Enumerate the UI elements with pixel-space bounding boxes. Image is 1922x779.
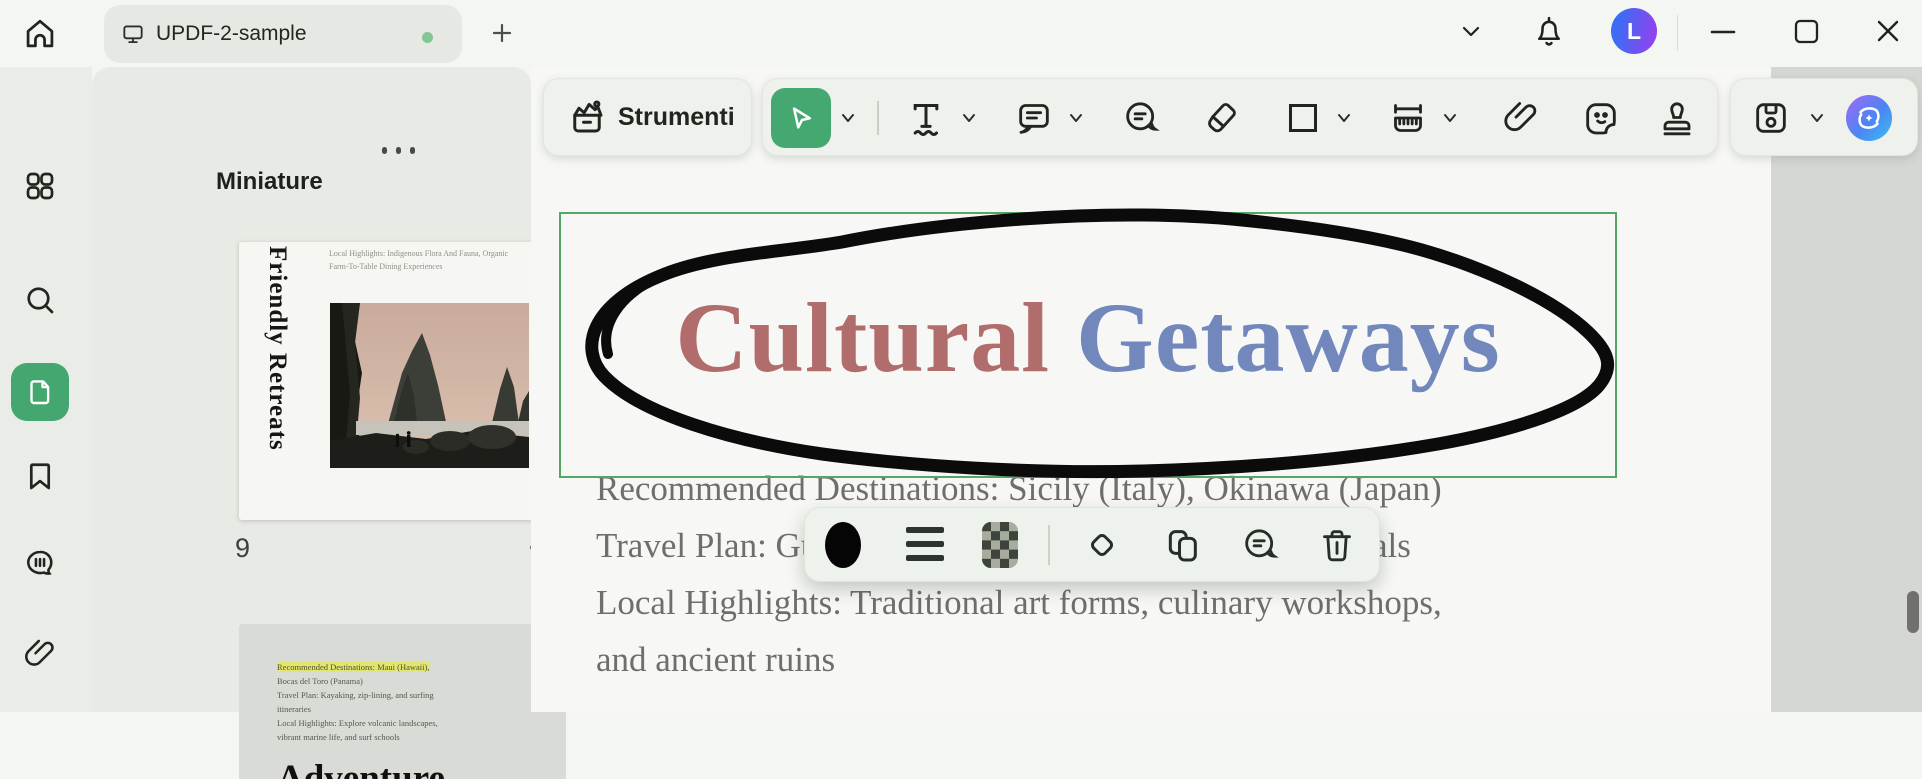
- color-swatch-black[interactable]: [825, 522, 861, 568]
- comment-icon[interactable]: [1240, 525, 1280, 565]
- cursor-arrow-icon: [792, 107, 811, 129]
- line-thickness-button[interactable]: [906, 527, 944, 569]
- sidebar-item-thumbnails-active[interactable]: [11, 363, 69, 421]
- search-icon[interactable]: [22, 282, 58, 318]
- tab-label: UPDF-2-sample: [156, 22, 307, 45]
- thumbnail-page-9[interactable]: Friendly Retreats Local Highlights: Indi…: [239, 242, 566, 520]
- cursor-tool-chevron-icon[interactable]: [839, 110, 857, 126]
- notifications-bell-icon[interactable]: [1531, 13, 1567, 51]
- annotation-toolbar-main: [762, 78, 1718, 156]
- highlighted-text: Recommended Destinations: Maui (Hawaii),: [277, 662, 430, 672]
- new-tab-plus-icon[interactable]: [490, 21, 514, 45]
- annotation-toolbar-divider: [1048, 525, 1050, 565]
- ai-assistant-button[interactable]: [1846, 95, 1892, 141]
- maximize-icon[interactable]: [1793, 18, 1820, 45]
- eraser-icon[interactable]: [1082, 525, 1122, 565]
- ai-assistant-icon: [1858, 107, 1880, 129]
- doc-text-line-4: and ancient ruins: [596, 640, 836, 679]
- text-tool-chevron-icon[interactable]: [960, 110, 978, 126]
- user-avatar[interactable]: L: [1611, 8, 1657, 54]
- thumb10-partial-heading: Adventure: [277, 758, 445, 779]
- opacity-checkerboard-button[interactable]: [982, 522, 1018, 568]
- toolbar-divider: [877, 101, 879, 135]
- thumb9-vertical-title: Friendly Retreats: [264, 246, 291, 451]
- tools-label: Strumenti: [618, 102, 735, 131]
- title-bar: UPDF-2-sample L: [0, 0, 1922, 67]
- duplicate-icon[interactable]: [1162, 525, 1202, 565]
- document-tab[interactable]: UPDF-2-sample: [104, 5, 462, 63]
- page-number: 9: [235, 533, 251, 563]
- panel-drag-handle[interactable]: [382, 147, 415, 154]
- stamp-tool-icon[interactable]: [1657, 98, 1697, 138]
- avatar-initial: L: [1626, 17, 1642, 44]
- comments-icon[interactable]: [22, 546, 58, 582]
- save-chevron-icon[interactable]: [1808, 110, 1826, 126]
- annotation-property-toolbar: [804, 507, 1380, 582]
- thumb9-caption: Local Highlights: Indigenous Flora And F…: [329, 249, 509, 271]
- save-tool-icon[interactable]: [1751, 98, 1791, 138]
- unsaved-dot: [422, 32, 433, 43]
- left-sidebar-rail: [0, 67, 92, 712]
- close-icon[interactable]: [1875, 18, 1901, 44]
- delete-trash-icon[interactable]: [1317, 525, 1357, 565]
- note-tool-chevron-icon[interactable]: [1067, 110, 1085, 126]
- sticker-tool-icon[interactable]: [1581, 98, 1621, 138]
- save-and-ai-toolbar: [1730, 78, 1918, 156]
- page-thumbnails-icon: [30, 380, 50, 405]
- thumbnails-panel: Miniature Friendly Retreats Local Highli…: [92, 67, 571, 779]
- updf-app-window: { "window": { "tab_label": "UPDF-2-sampl…: [0, 0, 1922, 779]
- measure-ruler-tool-icon[interactable]: [1388, 98, 1428, 138]
- highlighter-tool-icon[interactable]: [1201, 98, 1241, 138]
- doc-text-line-2-prefix: Travel Plan: Gu: [596, 526, 819, 565]
- hand-drawn-ellipse-annotation[interactable]: [552, 208, 1627, 490]
- round-comment-tool-icon[interactable]: [1121, 98, 1161, 138]
- apps-grid-icon[interactable]: [22, 168, 58, 204]
- ruler-tool-chevron-icon[interactable]: [1441, 110, 1459, 126]
- thumb9-photo-sea-stacks: [330, 303, 529, 468]
- titlebar-divider: [1677, 15, 1678, 51]
- note-tool-icon[interactable]: [1014, 98, 1054, 138]
- tools-menu-button[interactable]: Strumenti: [543, 78, 752, 156]
- thumb10-text: Recommended Destinations: Maui (Hawaii),…: [277, 662, 438, 742]
- shape-tool-chevron-icon[interactable]: [1335, 110, 1353, 126]
- monitor-icon: [123, 25, 143, 44]
- shape-square-tool-icon[interactable]: [1283, 98, 1323, 138]
- toolbox-icon: [573, 100, 603, 133]
- home-icon: [26, 19, 54, 48]
- doc-text-line-3: Local Highlights: Traditional art forms,…: [596, 583, 1442, 622]
- cursor-tool-selected[interactable]: [771, 88, 831, 148]
- minimize-icon[interactable]: [1710, 30, 1736, 34]
- bookmarks-icon[interactable]: [22, 458, 58, 494]
- viewport-gutter: [1771, 67, 1922, 712]
- text-tool-icon[interactable]: [906, 98, 946, 138]
- thumbnail-page-10[interactable]: Recommended Destinations: Maui (Hawaii),…: [239, 624, 566, 779]
- attachment-tool-icon[interactable]: [1501, 98, 1541, 138]
- vertical-scrollbar-thumb[interactable]: [1907, 591, 1919, 633]
- attachments-paperclip-icon[interactable]: [22, 636, 58, 672]
- tab-list-chevron-icon[interactable]: [1460, 24, 1482, 40]
- panel-title: Miniature: [216, 168, 323, 195]
- home-button[interactable]: [18, 12, 62, 56]
